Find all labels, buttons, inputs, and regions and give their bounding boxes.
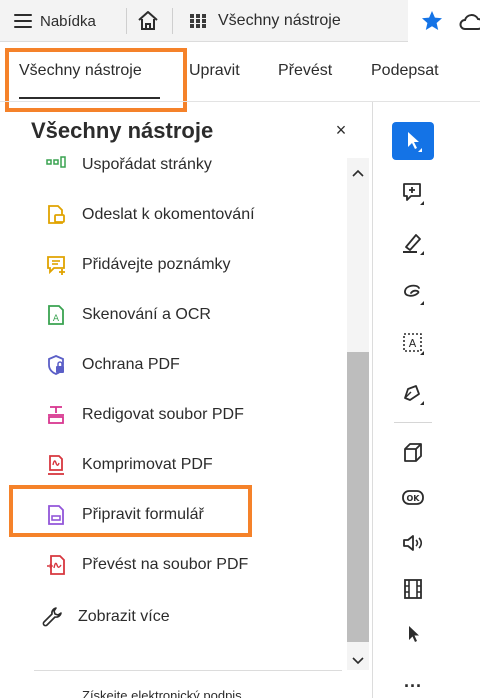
tools-list: Uspořádat stránky Odeslat k okomentování… (0, 150, 345, 670)
scrollbar-thumb[interactable] (347, 352, 369, 642)
fountain-pen-icon (404, 385, 424, 405)
list-item-label: Odeslat k okomentování (82, 206, 255, 223)
cursor-icon (408, 132, 422, 152)
toolbar-divider (126, 8, 127, 34)
speaker-icon (403, 535, 423, 551)
send-for-comments-icon (48, 205, 65, 224)
select-tool-button[interactable] (392, 122, 434, 160)
add-comment-icon (403, 183, 424, 205)
highlight-box-prepare-form (9, 485, 252, 537)
sign-tool-button[interactable] (392, 374, 434, 412)
more-options-icon: ... (403, 670, 422, 691)
scan-ocr-icon: A (48, 305, 64, 325)
list-item-redact[interactable]: Redigovat soubor PDF (45, 400, 244, 430)
cube-icon (404, 443, 422, 462)
list-item-label: Převést na soubor PDF (82, 556, 249, 573)
highlighter-icon (403, 234, 424, 255)
film-icon (404, 579, 422, 599)
scroll-up-icon[interactable] (347, 164, 369, 184)
toolbar-divider (172, 8, 173, 34)
list-item-label: Uspořádat stránky (82, 156, 212, 173)
list-item-label: Ochrana PDF (82, 356, 180, 373)
compress-pdf-icon (48, 455, 64, 475)
svg-text:A: A (53, 314, 60, 324)
close-icon[interactable]: × (332, 121, 350, 139)
wrench-icon (42, 607, 62, 627)
home-button[interactable] (136, 9, 160, 33)
tab-sign[interactable]: Podepsat (371, 62, 439, 80)
organize-pages-icon (46, 156, 66, 168)
svg-text:A: A (409, 337, 417, 350)
list-item-show-more[interactable]: Zobrazit více (41, 602, 170, 632)
button-tool-button[interactable]: OK (392, 478, 434, 516)
hamburger-icon (14, 14, 32, 28)
create-pdf-icon (47, 555, 65, 575)
scroll-down-icon[interactable] (347, 650, 369, 670)
all-tools-tab-label: Všechny nástroje (218, 12, 341, 29)
svg-text:OK: OK (407, 494, 421, 503)
3d-tool-button[interactable] (392, 434, 434, 472)
audio-tool-button[interactable] (392, 524, 434, 562)
list-item-protect-pdf[interactable]: Ochrana PDF (45, 350, 180, 380)
list-item-label: Přidávejte poznámky (82, 256, 231, 273)
list-item-label: Komprimovat PDF (82, 456, 213, 473)
list-item-organize-pages[interactable]: Uspořádat stránky (45, 150, 212, 180)
highlight-box-tab (5, 48, 187, 112)
more-tools-button[interactable]: ... (392, 662, 434, 698)
menu-label: Nabídka (40, 12, 96, 30)
add-comment-tool-button[interactable] (392, 174, 434, 212)
arrow-pointer-icon (409, 626, 419, 642)
app-grid-icon (190, 14, 206, 28)
highlight-tool-button[interactable] (392, 224, 434, 262)
esign-promo-text[interactable]: Získejte elektronický podpis (82, 688, 242, 698)
draw-tool-button[interactable] (392, 274, 434, 312)
cloud-icon[interactable] (458, 11, 480, 33)
list-divider (34, 670, 342, 671)
pointer-tool-button[interactable] (392, 614, 434, 652)
tab-edit[interactable]: Upravit (189, 62, 240, 80)
list-item-scan-ocr[interactable]: A Skenování a OCR (45, 300, 211, 330)
text-box-icon: A (403, 333, 424, 355)
list-item-compress-pdf[interactable]: Komprimovat PDF (45, 450, 213, 480)
freehand-draw-icon (404, 284, 424, 305)
list-item-label: Skenování a OCR (82, 306, 211, 323)
tabs-divider (0, 101, 480, 102)
add-comments-icon (47, 256, 65, 275)
panel-title: Všechny nástroje (31, 118, 214, 143)
menu-button[interactable]: Nabídka (14, 8, 96, 34)
list-item-label: Redigovat soubor PDF (82, 406, 244, 423)
list-item-add-comments[interactable]: Přidávejte poznámky (45, 250, 231, 280)
rail-tool-divider (394, 422, 432, 423)
ok-button-icon: OK (402, 490, 424, 505)
tab-convert[interactable]: Převést (278, 62, 332, 80)
list-item-send-for-comments[interactable]: Odeslat k okomentování (45, 200, 255, 230)
top-bar: Nabídka Všechny nástroje (0, 0, 480, 42)
list-item-create-pdf[interactable]: Převést na soubor PDF (45, 550, 248, 580)
redact-icon (48, 406, 64, 424)
list-item-label: Zobrazit více (78, 608, 170, 625)
star-icon[interactable] (420, 9, 444, 33)
rail-divider (372, 102, 373, 698)
video-tool-button[interactable] (392, 570, 434, 608)
home-icon (138, 11, 158, 30)
protect-pdf-icon (48, 355, 64, 375)
all-tools-tab-button[interactable]: Všechny nástroje (190, 8, 341, 34)
text-box-tool-button[interactable]: A (392, 324, 434, 362)
